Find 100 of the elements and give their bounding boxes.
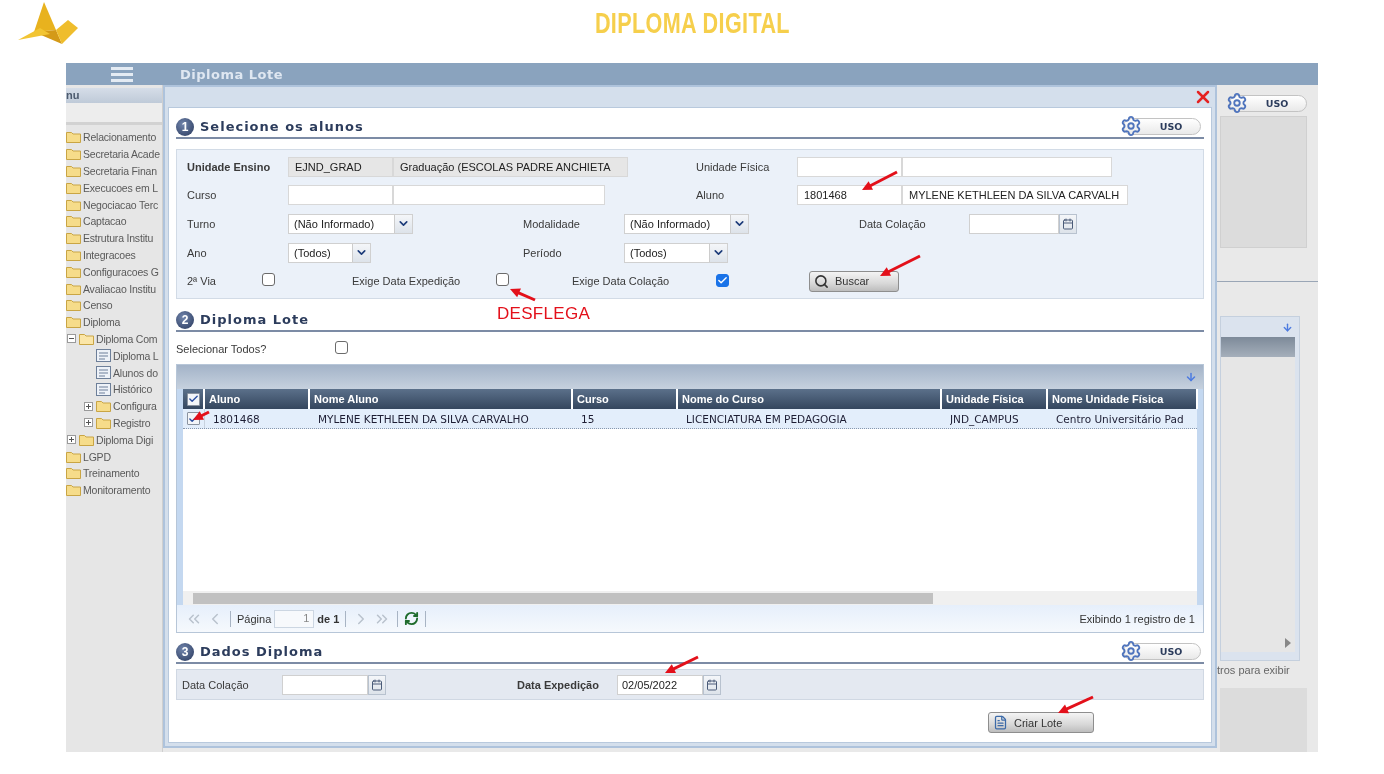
menu-item[interactable]: Registro	[113, 416, 151, 429]
arrow-down-icon[interactable]	[1185, 371, 1197, 383]
menu-item[interactable]: Avaliacao Institu	[83, 282, 156, 295]
date-field[interactable]	[282, 674, 368, 695]
uso-button[interactable]: USO	[1229, 95, 1307, 112]
menu-item[interactable]: Estrutura Institu	[83, 232, 154, 245]
folder-icon	[66, 165, 81, 177]
record-count: Exibindo 1 registro de 1	[1079, 612, 1195, 625]
menu-item[interactable]: LGPD	[83, 450, 111, 463]
date-field[interactable]	[969, 214, 1059, 234]
calendar-button[interactable]	[703, 674, 721, 695]
document-icon	[96, 349, 111, 363]
field-label: Data Colação	[182, 678, 250, 691]
code-field[interactable]: EJND_GRAD	[288, 156, 393, 177]
annotation-arrow	[1058, 695, 1094, 714]
bird-logo	[16, 0, 80, 45]
annotation-arrow	[880, 254, 921, 276]
table-row[interactable]: 1801468 MYLENE KETHLEEN DA SILVA CARVALHO 15 LICENCIATURA EM PEDAGOGIA JND_CAMPUS Centro Universitário Pad	[183, 409, 1197, 429]
menu-item[interactable]: Alunos do	[113, 366, 158, 379]
table-cell-text: 15	[581, 411, 596, 427]
calendar-button[interactable]	[368, 674, 386, 695]
table-cell-text: MYLENE KETHLEEN DA SILVA CARVALHO	[318, 411, 530, 427]
arrow-down-icon[interactable]	[1282, 321, 1293, 333]
scroll-right-arrow[interactable]	[1285, 638, 1291, 648]
search-button[interactable]: Buscar	[809, 270, 899, 292]
code-field[interactable]	[288, 185, 393, 206]
field-label: Data Expedição	[517, 678, 600, 691]
folder-icon	[66, 265, 81, 278]
step-number: 2	[176, 310, 194, 329]
name-field[interactable]	[902, 156, 1112, 177]
checkbox-label: Exige Data Expedição	[352, 275, 462, 288]
menu-item[interactable]: Histórico	[113, 383, 153, 396]
refresh-icon[interactable]	[404, 611, 420, 626]
field-label: Data Colação	[859, 218, 927, 230]
menu-header: nu	[66, 88, 162, 103]
section-title: Dados Diploma	[200, 644, 324, 659]
checkbox-label: Exige Data Colação	[572, 275, 671, 288]
menu-item[interactable]: Captacao	[83, 215, 127, 228]
collapse-icon[interactable]	[67, 334, 76, 344]
folder-icon	[66, 198, 81, 211]
checkbox[interactable]	[186, 392, 200, 406]
menu-item[interactable]: Configura	[113, 400, 157, 413]
folder-icon	[79, 433, 94, 446]
dropdown[interactable]: (Não Informado)	[624, 214, 749, 234]
page-field[interactable]: 1	[274, 609, 315, 628]
expand-icon[interactable]	[84, 418, 93, 428]
document-icon	[96, 366, 111, 380]
table-cell-text: LICENCIATURA EM PEDAGOGIA	[686, 411, 848, 427]
folder-icon	[66, 282, 81, 295]
menu-item[interactable]: Integracoes	[83, 248, 136, 261]
menu-item[interactable]: Diploma	[83, 316, 121, 329]
annotation-arrow	[510, 288, 536, 302]
field-label: Unidade Física	[696, 160, 771, 173]
menu-item[interactable]: Monitoramento	[83, 484, 151, 497]
menu-item[interactable]: Relacionamento	[83, 131, 157, 144]
create-button[interactable]: Criar Lote	[988, 712, 1094, 733]
dropdown[interactable]: (Todos)	[624, 242, 728, 263]
horizontal-scrollbar[interactable]	[183, 591, 1197, 605]
menu-item[interactable]: Diploma Digi	[96, 433, 154, 446]
menu-icon[interactable]	[111, 66, 133, 82]
step-number: 1	[176, 117, 194, 136]
menu-item[interactable]: Diploma Com	[96, 332, 158, 345]
dropdown[interactable]: (Todos)	[288, 242, 371, 263]
page-count: de 1	[317, 612, 340, 625]
menu-item[interactable]: Negociacao Terc	[83, 198, 159, 211]
calendar-button[interactable]	[1059, 214, 1077, 234]
annotation-text: DESFLEGA	[497, 304, 591, 324]
folder-icon	[66, 467, 81, 480]
folder-icon	[66, 248, 81, 261]
date-field[interactable]: 02/05/2022	[617, 674, 703, 695]
uso-button[interactable]: USO	[1123, 643, 1201, 660]
menu-item[interactable]: Treinamento	[83, 467, 140, 480]
annotation-arrow	[665, 655, 699, 673]
annotation-arrow	[193, 410, 210, 420]
uso-button[interactable]: USO	[1123, 118, 1201, 135]
slide-title: DIPLOMA DIGITAL	[594, 6, 790, 40]
menu-item[interactable]: Configuracoes G	[83, 265, 159, 278]
dropdown[interactable]: (Não Informado)	[288, 214, 413, 234]
menu-item[interactable]: Censo	[83, 299, 113, 312]
table-cell-text: 1801468	[213, 411, 261, 427]
step-number: 3	[176, 642, 194, 661]
checkbox[interactable]	[335, 341, 348, 354]
expand-icon[interactable]	[67, 435, 76, 445]
checkbox[interactable]	[716, 274, 729, 288]
name-field[interactable]: Graduação (ESCOLAS PADRE ANCHIETA	[393, 156, 628, 177]
checkbox[interactable]	[496, 273, 509, 287]
name-field[interactable]: MYLENE KETHLEEN DA SILVA CARVALH	[902, 185, 1128, 206]
name-field[interactable]	[393, 185, 605, 206]
document-icon	[96, 382, 111, 396]
menu-item[interactable]: Secretaria Finan	[83, 165, 157, 177]
menu-item[interactable]: Secretaria Acade	[83, 148, 160, 161]
gear-icon	[1226, 92, 1248, 114]
checkbox[interactable]	[262, 273, 275, 287]
menu-item[interactable]: Diploma L	[113, 349, 159, 362]
folder-icon	[96, 400, 111, 413]
code-field[interactable]: 1801468	[797, 185, 902, 206]
code-field[interactable]	[797, 156, 902, 177]
section-title: Diploma Lote	[200, 312, 310, 327]
expand-icon[interactable]	[84, 401, 93, 411]
menu-item[interactable]: Execucoes em L	[83, 181, 158, 194]
